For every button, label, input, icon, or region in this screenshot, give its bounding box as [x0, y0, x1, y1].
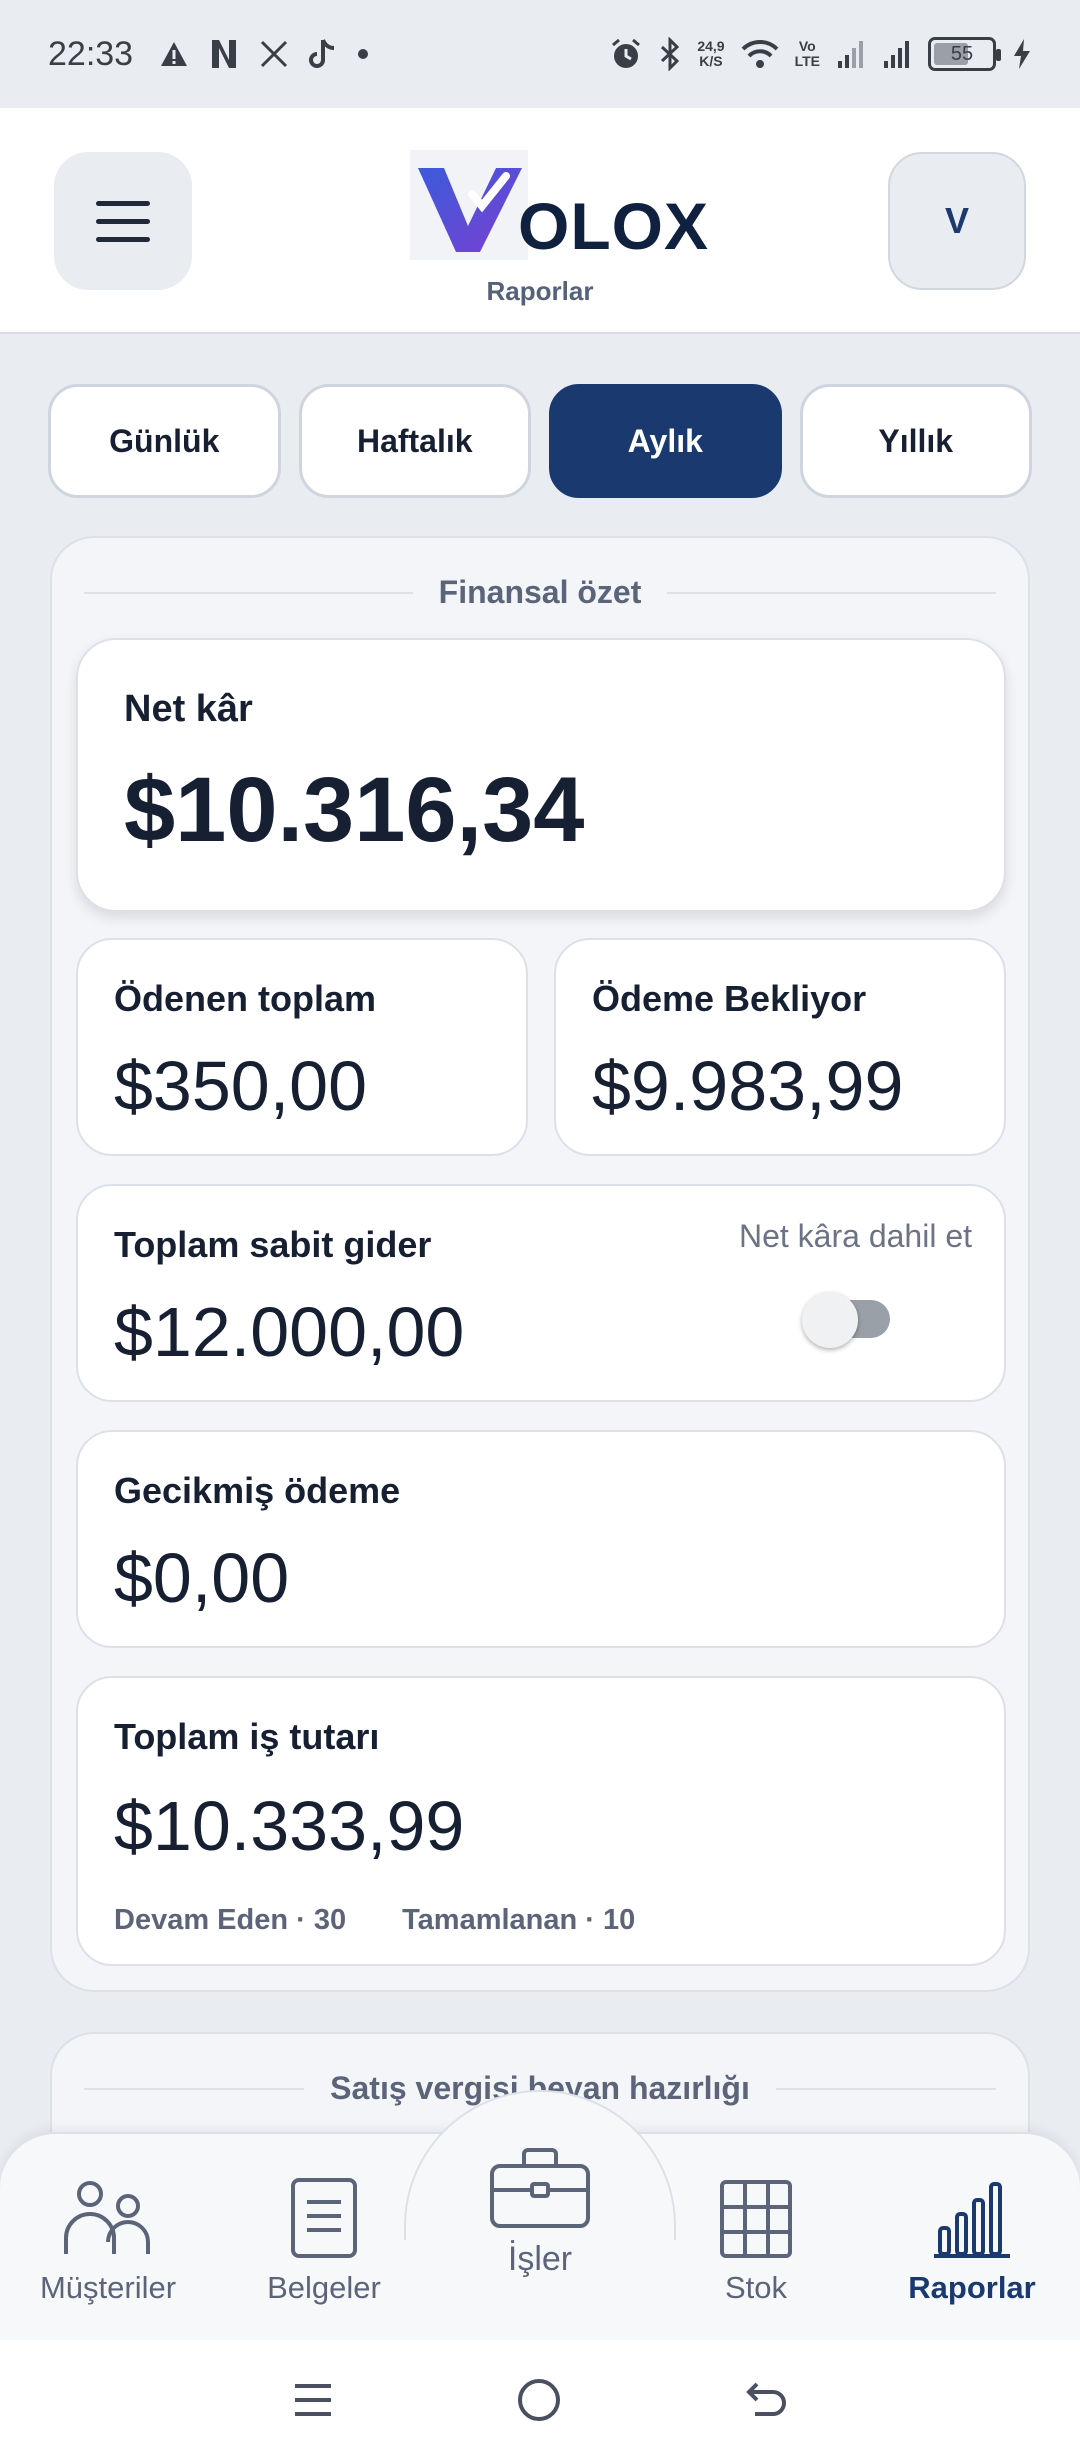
warning-icon: [161, 42, 188, 66]
net-profit-card[interactable]: Net kâr $10.316,34: [76, 638, 1006, 912]
nav-item-reports[interactable]: Raporlar: [864, 2176, 1080, 2306]
paid-total-card[interactable]: Ödenen toplam $350,00: [76, 938, 528, 1156]
nav-label: Stok: [724, 2270, 788, 2305]
late-payment-label: Gecikmiş ödeme: [114, 1470, 401, 1511]
nav-label: Belgeler: [267, 2270, 381, 2305]
nav-item-customers[interactable]: Müşteriler: [0, 2176, 216, 2306]
menu-icon-bar: [96, 200, 150, 206]
paid-total-value: $350,00: [114, 1047, 368, 1125]
signal-icon-1: [838, 41, 863, 68]
bar-chart-icon: [934, 2182, 1010, 2258]
x-icon: [261, 40, 288, 68]
system-navigation-bar: [0, 2340, 1080, 2460]
toggle-knob: [802, 1292, 858, 1348]
grid-icon: [720, 2180, 792, 2258]
document-icon: [291, 2178, 357, 2258]
nav-label: İşler: [507, 2240, 573, 2278]
section-title: Finansal özet: [84, 574, 996, 611]
financial-summary-panel: Finansal özet Net kâr $10.316,34 Ödenen …: [50, 536, 1030, 1992]
tab-monthly[interactable]: Aylık: [549, 384, 782, 498]
wifi-icon: [741, 39, 779, 68]
network-speed: 24,9 K/S: [697, 38, 725, 69]
logo-text: OLOX: [518, 189, 710, 263]
ongoing-jobs: Devam Eden · 30: [114, 1904, 347, 1936]
nav-label: Müşteriler: [39, 2270, 177, 2305]
bluetooth-icon: [661, 37, 680, 71]
fixed-expense-value: $12.000,00: [114, 1293, 465, 1371]
volte-indicator: Vo LTE: [794, 38, 820, 69]
status-right: 24,9 K/S Vo LTE 55: [609, 37, 1032, 71]
include-in-net-toggle[interactable]: [802, 1292, 894, 1348]
pending-payment-value: $9.983,99: [592, 1047, 904, 1125]
include-in-net-label: Net kâra dahil et: [738, 1218, 972, 1254]
total-jobs-card[interactable]: Toplam iş tutarı $10.333,99 Devam Eden ·…: [76, 1676, 1006, 1966]
fixed-expense-card[interactable]: Toplam sabit gider $12.000,00 Net kâra d…: [76, 1184, 1006, 1402]
status-time: 22:33: [48, 34, 134, 73]
logo-v-icon: [410, 150, 528, 260]
net-profit-label: Net kâr: [124, 688, 253, 730]
menu-icon-bar: [96, 236, 150, 242]
customers-icon: [64, 2181, 150, 2254]
nav-item-documents[interactable]: Belgeler: [216, 2176, 432, 2306]
dot-icon: [358, 49, 369, 59]
menu-button[interactable]: [54, 152, 192, 290]
tiktok-icon: [309, 39, 335, 68]
alarm-icon: [612, 38, 641, 68]
app-header: OLOX Raporlar V: [0, 108, 1080, 334]
status-bar: 22:33 24,9 K/S Vo LTE 55: [0, 0, 1080, 108]
late-payment-value: $0,00: [114, 1539, 290, 1617]
nav-item-stock[interactable]: Stok: [648, 2176, 864, 2306]
avatar-button[interactable]: V: [888, 152, 1026, 290]
recent-apps-icon[interactable]: [291, 2380, 335, 2420]
late-payment-card[interactable]: Gecikmiş ödeme $0,00: [76, 1430, 1006, 1648]
nav-item-jobs[interactable]: İşler: [432, 2146, 648, 2279]
notification-icons: [159, 38, 369, 70]
app-logo: OLOX: [410, 150, 708, 270]
back-icon[interactable]: [743, 2378, 789, 2422]
charging-icon: [1014, 39, 1030, 69]
fixed-expense-label: Toplam sabit gider: [114, 1224, 432, 1265]
pending-payment-label: Ödeme Bekliyor: [592, 978, 867, 1019]
netflix-icon: [212, 40, 237, 68]
home-icon[interactable]: [516, 2377, 562, 2423]
total-jobs-value: $10.333,99: [114, 1787, 465, 1865]
pending-payment-card[interactable]: Ödeme Bekliyor $9.983,99: [554, 938, 1006, 1156]
net-profit-value: $10.316,34: [124, 759, 585, 861]
tab-daily[interactable]: Günlük: [48, 384, 281, 498]
paid-total-label: Ödenen toplam: [114, 978, 377, 1019]
tab-weekly[interactable]: Haftalık: [298, 384, 531, 498]
briefcase-icon: [490, 2148, 590, 2228]
jobs-breakdown: Devam Eden · 30 Tamamlanan · 10: [114, 1904, 635, 1937]
period-tabs: Günlük Haftalık Aylık Yıllık: [48, 384, 1032, 498]
nav-label: Raporlar: [908, 2270, 1036, 2305]
completed-jobs: Tamamlanan · 10: [402, 1904, 636, 1936]
menu-icon-bar: [96, 218, 150, 224]
signal-icon-2: [884, 41, 909, 68]
tab-yearly[interactable]: Yıllık: [799, 384, 1032, 498]
battery-icon: 55: [928, 37, 1001, 71]
total-jobs-label: Toplam iş tutarı: [114, 1716, 380, 1757]
section-title-text: Finansal özet: [438, 574, 642, 610]
